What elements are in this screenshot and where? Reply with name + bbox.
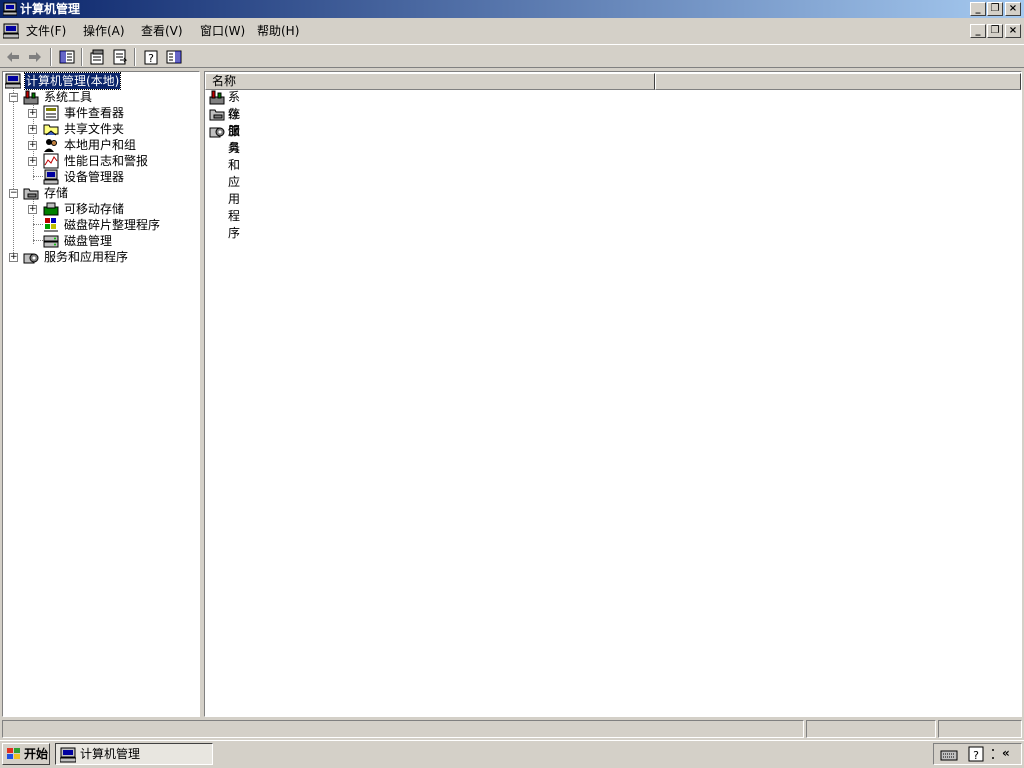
console-tree[interactable]: 计算机管理(本地) − 系统工具 + 事件查看器 + 共享文件夹 + 本地用户和… xyxy=(2,71,200,717)
expand-icon[interactable]: + xyxy=(28,141,37,150)
shared-folder-icon xyxy=(43,124,59,136)
title-bar: 计算机管理 _ ❐ × xyxy=(0,0,1024,18)
taskbar-button-label: 计算机管理 xyxy=(80,747,141,761)
show-hide-tree-icon[interactable] xyxy=(57,48,77,66)
storage-icon xyxy=(23,188,39,200)
device-manager-icon xyxy=(43,169,59,185)
windows-logo-icon xyxy=(7,748,20,759)
menu-window[interactable]: 窗口(W) xyxy=(200,24,245,38)
computer-management-icon xyxy=(5,73,21,89)
export-list-icon[interactable] xyxy=(110,48,130,66)
minimize-button[interactable]: _ xyxy=(970,2,986,16)
tree-label-perf-logs: 性能日志和警报 xyxy=(64,154,149,168)
menu-action[interactable]: 操作(A) xyxy=(83,24,125,38)
services-apps-icon xyxy=(23,253,39,264)
console-tree-icon[interactable] xyxy=(164,48,184,66)
start-label: 开始 xyxy=(24,747,49,761)
storage-icon xyxy=(209,109,225,121)
menu-bar: 文件(F) 操作(A) 查看(V) 窗口(W) 帮助(H) xyxy=(0,20,1024,42)
tree-label-local-users: 本地用户和组 xyxy=(64,138,137,152)
help-icon[interactable]: ? xyxy=(141,48,161,66)
users-icon xyxy=(44,139,57,152)
system-tray: ? « xyxy=(933,743,1022,765)
tree-line xyxy=(33,240,43,242)
tree-label-services-apps: 服务和应用程序 xyxy=(44,250,129,264)
status-panel-2 xyxy=(806,720,936,738)
toolbar-separator xyxy=(50,48,52,66)
tree-label-shared-folders: 共享文件夹 xyxy=(64,122,125,136)
menu-help[interactable]: 帮助(H) xyxy=(257,24,299,38)
expand-icon[interactable]: + xyxy=(28,205,37,214)
window-title: 计算机管理 xyxy=(20,2,81,16)
tree-label-event-viewer: 事件查看器 xyxy=(64,106,125,120)
system-tools-icon xyxy=(209,90,225,105)
tree-label-root: 计算机管理(本地) xyxy=(23,72,122,90)
menu-view[interactable]: 查看(V) xyxy=(141,24,183,38)
system-tools-icon xyxy=(23,90,39,105)
toolbar-separator xyxy=(81,48,83,66)
expand-icon[interactable]: + xyxy=(28,157,37,166)
tree-label-defrag: 磁盘碎片整理程序 xyxy=(64,218,161,232)
taskbar-button-computer-management[interactable]: 计算机管理 xyxy=(55,743,213,765)
keyboard-icon[interactable] xyxy=(940,747,958,761)
tree-line xyxy=(13,86,15,259)
tree-label-storage: 存储 xyxy=(44,186,69,200)
tree-line xyxy=(33,176,43,178)
performance-logs-icon xyxy=(43,153,59,169)
collapse-icon[interactable]: − xyxy=(9,189,18,198)
child-minimize-button[interactable]: _ xyxy=(970,24,986,38)
status-panel-3 xyxy=(938,720,1022,738)
tree-label-system-tools: 系统工具 xyxy=(44,90,93,104)
expand-icon[interactable]: + xyxy=(9,253,18,262)
properties-icon[interactable] xyxy=(87,48,107,66)
status-panel-main xyxy=(2,720,804,738)
tree-line xyxy=(33,224,43,226)
child-restore-button[interactable]: ❐ xyxy=(987,24,1003,38)
list-item-label: 服务和应用程序 xyxy=(228,124,241,240)
start-button[interactable]: 开始 xyxy=(2,743,50,765)
taskbar: 开始 计算机管理 ? « xyxy=(0,740,1024,768)
tree-label-removable-storage: 可移动存储 xyxy=(64,202,125,216)
arrow-left-icon[interactable] xyxy=(3,48,23,66)
tree-label-disk-management: 磁盘管理 xyxy=(64,234,113,248)
child-close-button[interactable]: × xyxy=(1005,24,1021,38)
disk-management-icon xyxy=(43,235,59,248)
svg-text:?: ? xyxy=(148,52,154,65)
collapse-icon[interactable]: − xyxy=(9,93,18,102)
arrow-right-icon[interactable] xyxy=(25,48,45,66)
close-button[interactable]: × xyxy=(1005,2,1021,16)
event-viewer-icon xyxy=(43,105,59,121)
defrag-icon xyxy=(44,218,58,232)
expand-icon[interactable]: + xyxy=(28,109,37,118)
column-header-empty[interactable] xyxy=(655,73,1021,90)
help-icon[interactable]: ? xyxy=(968,746,984,762)
toolbar: ? xyxy=(0,44,1024,68)
svg-text:?: ? xyxy=(973,749,979,762)
tree-label-device-manager: 设备管理器 xyxy=(64,170,125,184)
restore-button[interactable]: ❐ xyxy=(987,2,1003,16)
computer-management-icon xyxy=(3,2,17,16)
column-header-name[interactable]: 名称 xyxy=(205,73,655,90)
console-icon[interactable] xyxy=(3,23,19,39)
tray-handle-icon xyxy=(992,749,994,759)
toolbar-separator xyxy=(134,48,136,66)
chevron-left-icon[interactable]: « xyxy=(1002,746,1010,760)
menu-file[interactable]: 文件(F) xyxy=(26,24,66,38)
details-pane[interactable]: 名称 系统工具 存储 服务和应用程序 xyxy=(204,71,1022,717)
removable-storage-icon xyxy=(43,202,59,216)
expand-icon[interactable]: + xyxy=(28,125,37,134)
computer-management-icon xyxy=(60,747,76,763)
services-apps-icon xyxy=(209,127,225,138)
